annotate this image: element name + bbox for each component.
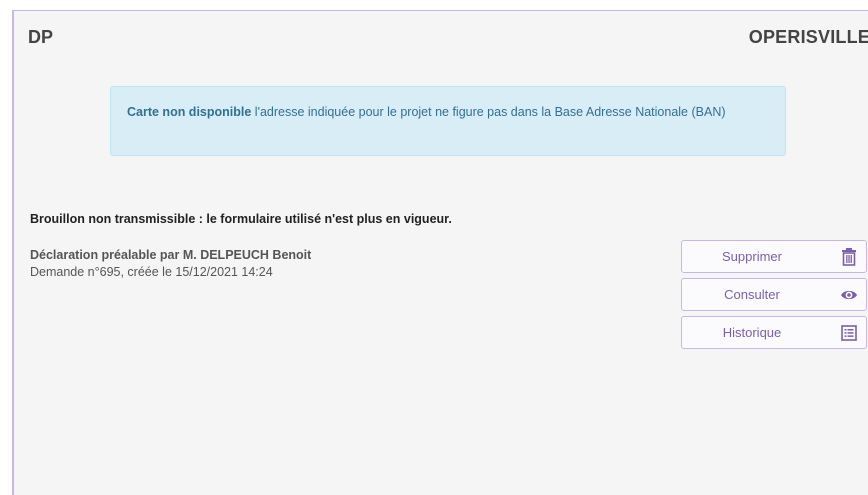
list-icon [840, 323, 858, 343]
alert-strong-text: Carte non disponible [127, 105, 252, 119]
history-button-label: Historique [722, 325, 782, 340]
declaration-subtitle: Demande n°695, créée le 15/12/2021 14:24 [30, 265, 273, 279]
eye-icon [840, 285, 858, 305]
consult-button-label: Consulter [724, 287, 780, 302]
delete-button[interactable]: Supprimer [681, 240, 867, 273]
history-button[interactable]: Historique [681, 316, 867, 349]
dossier-card: DP OPERISVILLE Carte non disponible l'ad… [12, 10, 868, 495]
actions-group: Supprimer Consulter Historique [681, 240, 867, 354]
alert-text: l'adresse indiquée pour le projet ne fig… [251, 105, 726, 119]
consult-button[interactable]: Consulter [681, 278, 867, 311]
commune-title: OPERISVILLE [748, 27, 868, 47]
declaration-title: Déclaration préalable par M. DELPEUCH Be… [30, 248, 312, 262]
trash-icon [840, 247, 858, 267]
dossier-type-title: DP [28, 27, 54, 47]
map-unavailable-alert: Carte non disponible l'adresse indiquée … [110, 86, 786, 156]
delete-button-label: Supprimer [722, 249, 782, 264]
draft-warning: Brouillon non transmissible : le formula… [30, 212, 452, 226]
